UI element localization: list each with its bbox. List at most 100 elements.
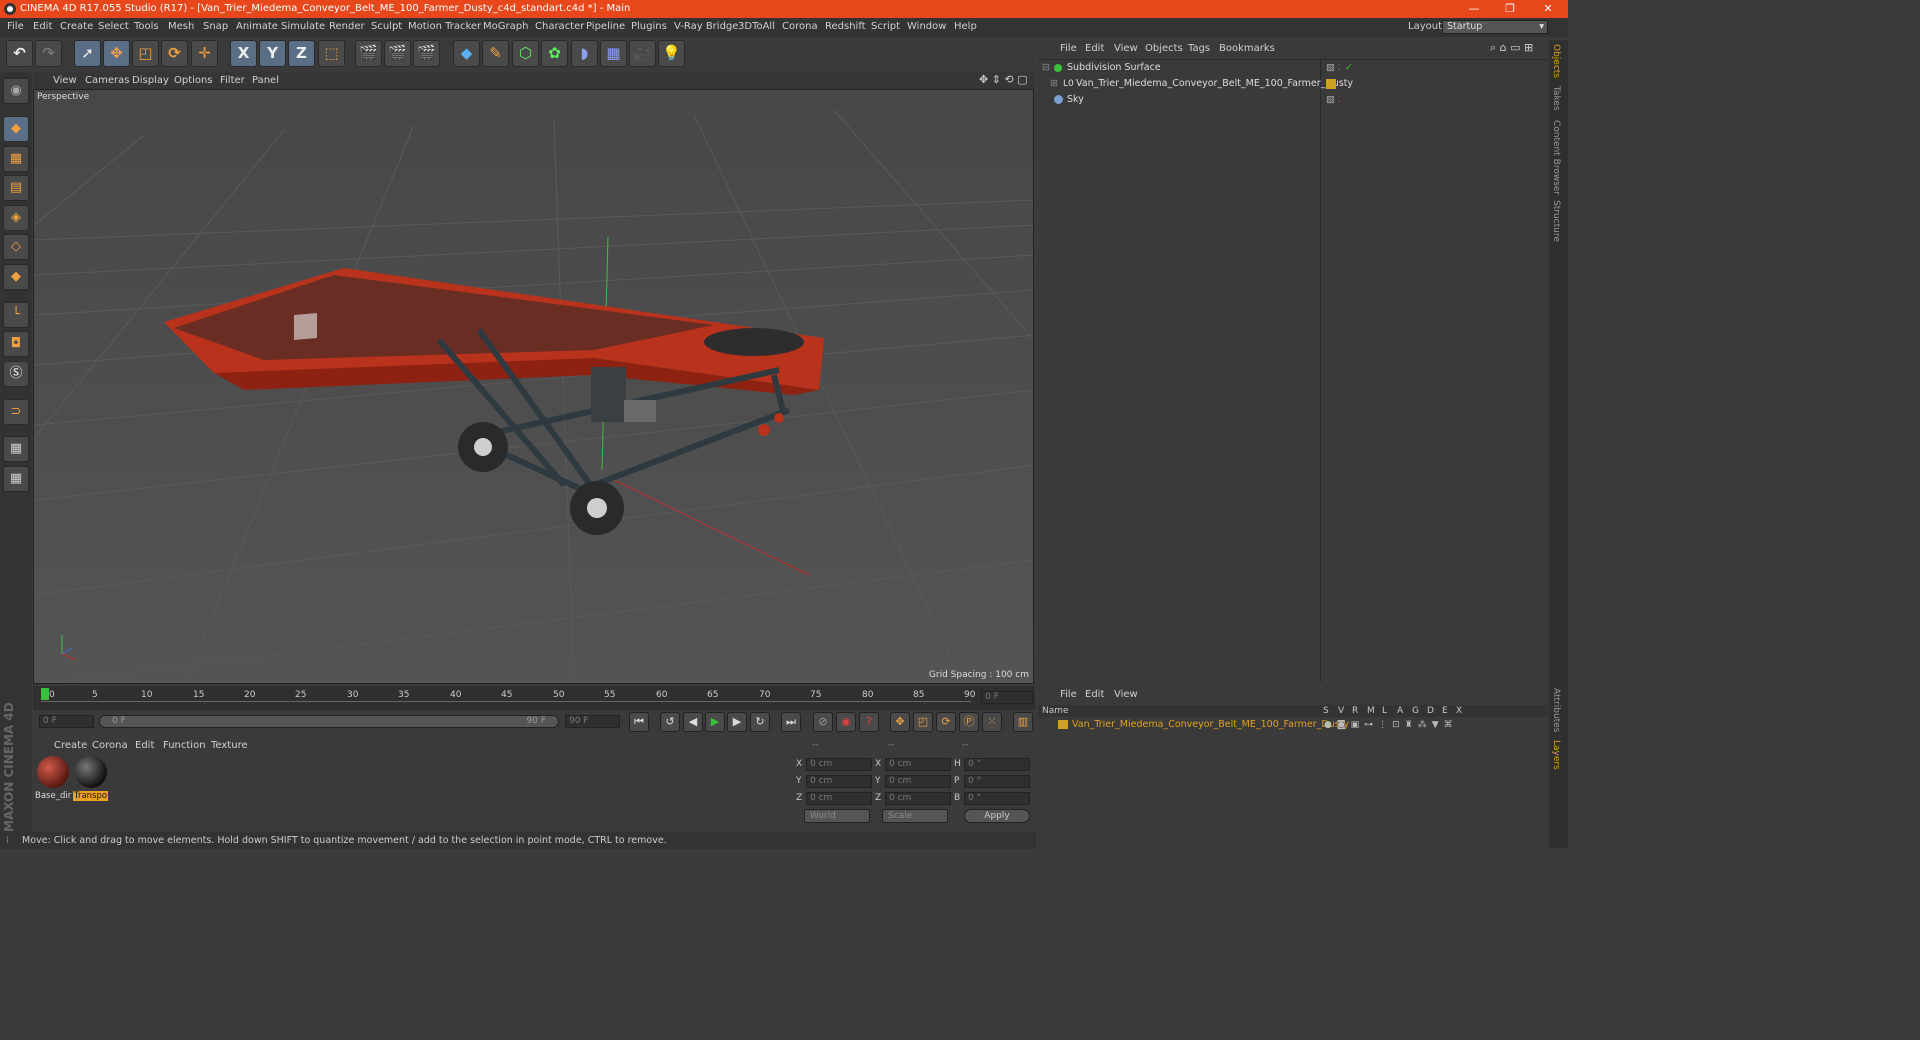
play-button[interactable]: ▶: [705, 712, 725, 732]
render-view-button[interactable]: 🎬: [355, 40, 382, 67]
menu-pipeline[interactable]: Pipeline: [586, 21, 625, 32]
end-frame-field[interactable]: 90 F: [565, 715, 620, 728]
menu-sculpt[interactable]: Sculpt: [371, 21, 402, 32]
layer-toggle-icons[interactable]: ●◙▣⊶⋮⊡♜⁂▼⌘: [1324, 717, 1458, 733]
key-parameter-button[interactable]: Ⓟ: [959, 712, 979, 732]
position-x-field[interactable]: 0 cm: [806, 758, 872, 771]
planar-workplane-button[interactable]: ▦: [3, 466, 29, 492]
enabled-check-icon[interactable]: ✓: [1345, 60, 1353, 76]
objects-search-home-icons[interactable]: ⌕ ⌂ ▭ ⊞: [1490, 41, 1533, 55]
rotate-tool-button[interactable]: ⟳: [161, 40, 188, 67]
cube-primitive-button[interactable]: ◆: [453, 40, 480, 67]
deformer-button[interactable]: ◗: [571, 40, 598, 67]
previous-key-button[interactable]: ↺: [660, 712, 680, 732]
object-row[interactable]: ⊞ L0 Van_Trier_Miedema_Conveyor_Belt_ME_…: [1038, 76, 1548, 92]
apply-button[interactable]: Apply: [964, 809, 1030, 823]
tab-content-browser[interactable]: Content Browser: [1551, 120, 1561, 195]
menu-render[interactable]: Render: [329, 21, 365, 32]
next-key-button[interactable]: ↻: [750, 712, 770, 732]
record-keys-button[interactable]: ⊘: [813, 712, 833, 732]
undo-button[interactable]: ↶: [6, 40, 33, 67]
polygons-mode-button[interactable]: ◆: [3, 264, 29, 290]
close-button[interactable]: ✕: [1530, 0, 1566, 18]
layer-tag-icon[interactable]: ▨: [1326, 92, 1335, 108]
previous-frame-button[interactable]: ◀: [683, 712, 703, 732]
viewport-nav-icons[interactable]: ✥ ⇕ ⟲ ▢: [979, 73, 1028, 86]
menu-redshift[interactable]: Redshift: [825, 21, 866, 32]
model-mode-button[interactable]: ◆: [3, 116, 29, 142]
magnet-button[interactable]: ⊃: [3, 399, 29, 425]
tab-takes[interactable]: Takes: [1551, 86, 1561, 111]
objects-menu-bookmarks[interactable]: Bookmarks: [1219, 43, 1275, 54]
scale-tool-button[interactable]: ◰: [132, 40, 159, 67]
layers-menu-file[interactable]: File: [1060, 689, 1077, 700]
size-x-field[interactable]: 0 cm: [885, 758, 951, 771]
viewport-menu-cameras[interactable]: Cameras: [85, 75, 129, 86]
live-selection-button[interactable]: ➚: [74, 40, 101, 67]
objects-menu-edit[interactable]: Edit: [1085, 43, 1104, 54]
key-scale-button[interactable]: ◰: [913, 712, 933, 732]
spline-pen-button[interactable]: ✎: [482, 40, 509, 67]
material-swatch[interactable]: Base_dir: [35, 756, 71, 804]
lock-workplane-button[interactable]: ▦: [3, 436, 29, 462]
viewport-menu-display[interactable]: Display: [132, 75, 169, 86]
floor-button[interactable]: ▦: [600, 40, 627, 67]
menu-animate[interactable]: Animate: [236, 21, 278, 32]
menu-vray-bridge[interactable]: V-Ray Bridge: [674, 21, 738, 32]
redo-button[interactable]: ↷: [35, 40, 62, 67]
menu-simulate[interactable]: Simulate: [281, 21, 325, 32]
layers-menu-edit[interactable]: Edit: [1085, 689, 1104, 700]
go-to-end-button[interactable]: ⏭: [781, 712, 801, 732]
workplane-mode-button[interactable]: ▤: [3, 175, 29, 201]
object-row[interactable]: Sky ▨ ⁚: [1038, 92, 1548, 108]
edges-mode-button[interactable]: ◇: [3, 234, 29, 260]
z-axis-button[interactable]: Z: [288, 40, 315, 67]
rotation-b-field[interactable]: 0 °: [964, 792, 1030, 805]
expand-toggle-icon[interactable]: ⊞: [1050, 76, 1058, 92]
size-y-field[interactable]: 0 cm: [885, 775, 951, 788]
start-frame-field[interactable]: 0 F: [39, 715, 94, 728]
make-editable-button[interactable]: ◉: [3, 78, 29, 104]
next-frame-button[interactable]: ▶: [727, 712, 747, 732]
keyframe-selection-button[interactable]: ?: [859, 712, 879, 732]
menu-script[interactable]: Script: [871, 21, 900, 32]
menu-plugins[interactable]: Plugins: [631, 21, 667, 32]
playhead[interactable]: [41, 688, 49, 700]
coordinate-space-select[interactable]: World: [804, 809, 870, 823]
viewport-menu-panel[interactable]: Panel: [252, 75, 279, 86]
size-mode-select[interactable]: Scale: [882, 809, 948, 823]
objects-menu-tags[interactable]: Tags: [1188, 43, 1210, 54]
menu-create[interactable]: Create: [60, 21, 93, 32]
points-mode-button[interactable]: ◈: [3, 205, 29, 231]
menu-help[interactable]: Help: [954, 21, 977, 32]
timeline-ruler[interactable]: 0 5 10 15 20 25 30 35 40 45 50 55 60 65 …: [33, 686, 1035, 710]
tab-attributes[interactable]: Attributes: [1551, 688, 1561, 732]
key-position-button[interactable]: ✥: [890, 712, 910, 732]
menu-motion-tracker[interactable]: Motion Tracker: [408, 21, 481, 32]
rotation-p-field[interactable]: 0 °: [964, 775, 1030, 788]
tab-layers[interactable]: Layers: [1551, 740, 1561, 770]
tab-structure[interactable]: Structure: [1551, 200, 1561, 242]
menu-window[interactable]: Window: [907, 21, 946, 32]
material-menu-corona[interactable]: Corona: [92, 740, 128, 751]
menu-select[interactable]: Select: [98, 21, 129, 32]
menu-file[interactable]: File: [7, 21, 24, 32]
snap-button[interactable]: Ⓢ: [3, 361, 29, 387]
menu-mesh[interactable]: Mesh: [168, 21, 194, 32]
auto-key-button[interactable]: ◉: [836, 712, 856, 732]
material-menu-function[interactable]: Function: [163, 740, 206, 751]
y-axis-button[interactable]: Y: [259, 40, 286, 67]
viewport-menu-view[interactable]: View: [53, 75, 77, 86]
layer-tag-icon[interactable]: ▨: [1326, 60, 1335, 76]
texture-mode-button[interactable]: ▦: [3, 146, 29, 172]
transform-tool-button[interactable]: ✛: [191, 40, 218, 67]
menu-corona[interactable]: Corona: [782, 21, 818, 32]
viewport-menu-options[interactable]: Options: [174, 75, 213, 86]
layout-select[interactable]: Startup ▾: [1442, 20, 1548, 34]
size-z-field[interactable]: 0 cm: [885, 792, 951, 805]
timeline-window-button[interactable]: ▥: [1013, 712, 1033, 732]
coordinate-system-button[interactable]: ⬚: [318, 40, 345, 67]
visibility-dots-icon[interactable]: ⁚: [1338, 60, 1341, 76]
visibility-dots-icon[interactable]: ⁚: [1338, 76, 1341, 92]
position-y-field[interactable]: 0 cm: [806, 775, 872, 788]
